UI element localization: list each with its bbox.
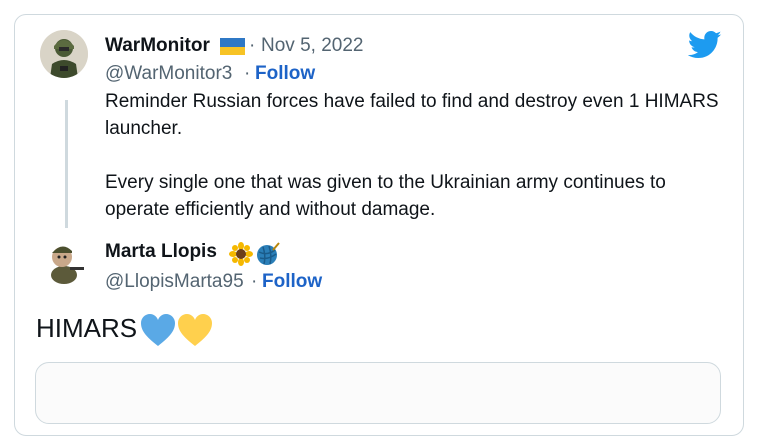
yellow-heart-icon (178, 314, 212, 346)
quoted-tweet-paragraph: Reminder Russian forces have failed to f… (105, 91, 719, 139)
follow-marta-llopis-link[interactable]: Follow (262, 271, 322, 293)
yarn-ball-icon (257, 242, 280, 265)
reply-author-handle[interactable]: @LlopisMarta95 (105, 271, 244, 293)
twitter-bird-icon[interactable] (688, 30, 722, 60)
sunflower-icon (229, 242, 253, 266)
quoted-tweet-paragraph: Every single one that was given to the U… (105, 172, 666, 220)
quoted-author-name[interactable]: WarMonitor (105, 35, 210, 57)
warmonitor-avatar[interactable] (40, 30, 88, 78)
handle-separator: · (244, 63, 251, 84)
cartoon-soldier-avatar-image (40, 237, 88, 285)
media-preview-card[interactable] (35, 362, 721, 424)
reply-tweet-text: HIMARS (36, 313, 138, 343)
marta-llopis-avatar[interactable] (40, 237, 88, 285)
blue-heart-icon (141, 314, 175, 346)
quoted-author-handle[interactable]: @WarMonitor3 (105, 63, 232, 85)
reply-author-name[interactable]: Marta Llopis (105, 241, 217, 263)
follow-warmonitor-link[interactable]: Follow (255, 63, 315, 85)
handle-separator: · (251, 271, 258, 292)
ukraine-flag-icon (220, 38, 245, 55)
date-separator: · (249, 35, 256, 56)
quoted-tweet-text: Reminder Russian forces have failed to f… (105, 88, 725, 223)
heart-emojis (141, 314, 212, 346)
tweet-date[interactable]: Nov 5, 2022 (261, 35, 363, 57)
thread-connector-line (65, 100, 68, 228)
soldier-avatar-image (40, 30, 88, 78)
